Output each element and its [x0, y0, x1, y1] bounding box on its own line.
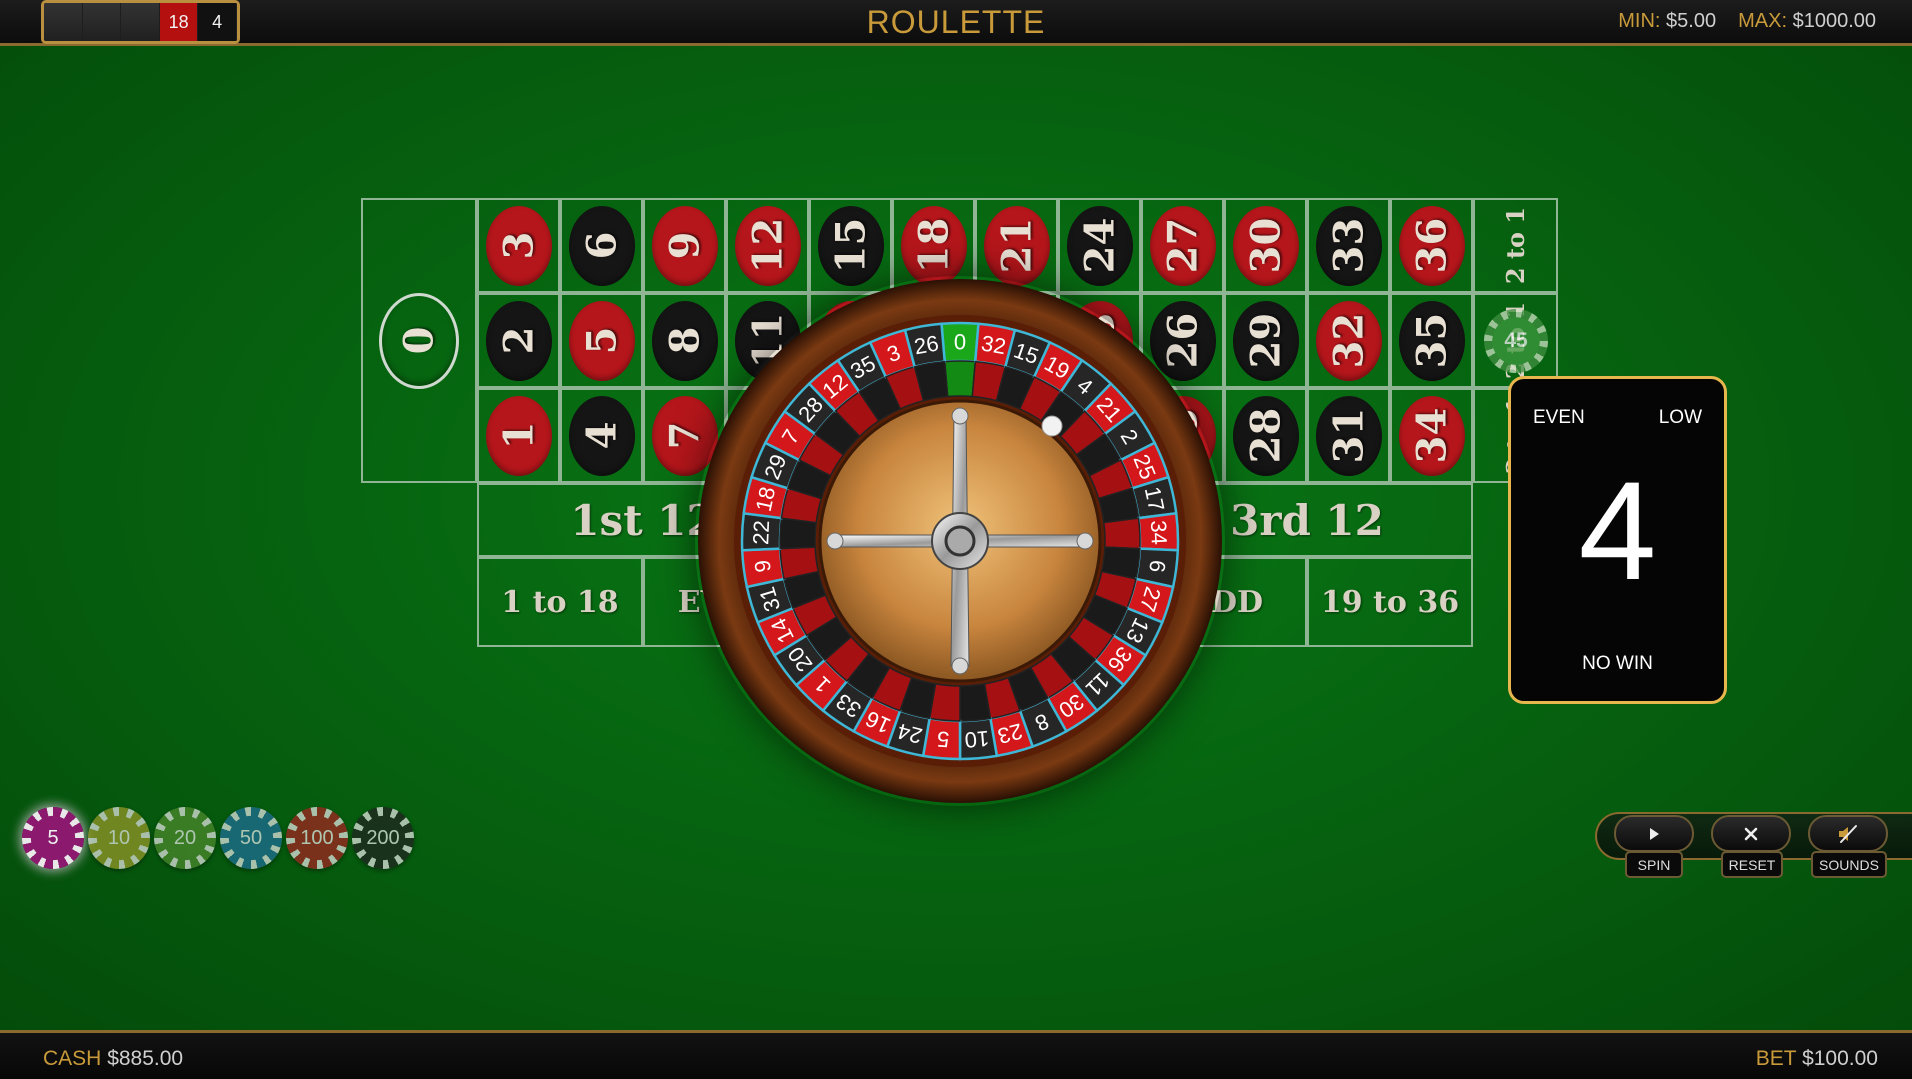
chip-200[interactable]: 200 [352, 807, 414, 869]
number-36: 36 [1398, 205, 1465, 286]
number-15: 15 [817, 205, 884, 286]
wheel-ball-pocket [779, 517, 818, 550]
sounds-button[interactable] [1808, 815, 1888, 852]
number-9: 9 [651, 205, 718, 286]
number-28: 28 [1232, 395, 1299, 476]
result-number: 4 [1578, 452, 1657, 609]
bet-spot-number[interactable]: 3 [477, 198, 560, 293]
bet-spot-number[interactable]: 32 [1307, 293, 1390, 388]
max-value: $1000.00 [1792, 10, 1876, 32]
cash-label: CASH [43, 1047, 102, 1070]
bet-label: BET [1755, 1047, 1797, 1070]
wheel-number-label: 22 [748, 520, 774, 546]
close-icon [1744, 827, 1758, 840]
wheel-number-label: 26 [912, 330, 940, 359]
bottom-bar: CASH $885.00 BET $100.00 [0, 1030, 1912, 1079]
number-27: 27 [1149, 205, 1216, 286]
bet-spot-number[interactable]: 34 [1390, 388, 1473, 483]
spin-button[interactable] [1614, 815, 1694, 852]
wheel-number-label: 32 [979, 330, 1007, 359]
result-outcome: NO WIN [1582, 653, 1653, 674]
bet-spot-number[interactable]: 31 [1307, 388, 1390, 483]
spin-label[interactable]: SPIN [1625, 851, 1683, 878]
bet-spot-number[interactable]: 30 [1224, 198, 1307, 293]
column-label: 2 to 1 [1500, 206, 1530, 285]
bet-spot-number[interactable]: 35 [1390, 293, 1473, 388]
sounds-label[interactable]: SOUNDS [1811, 851, 1887, 878]
number-2: 2 [485, 300, 552, 381]
table-limits: MIN: $5.00 MAX: $1000.00 [1618, 10, 1876, 33]
number-24: 24 [1066, 205, 1133, 286]
number-21: 21 [983, 205, 1050, 286]
number-33: 33 [1315, 205, 1382, 286]
min-label: MIN: [1618, 10, 1661, 32]
roulette-app: 18 4 ROULETTE MIN: $5.00 MAX: $1000.00 0… [0, 0, 1912, 1079]
play-icon [1650, 827, 1659, 840]
result-range: LOW [1658, 407, 1702, 428]
number-29: 29 [1232, 300, 1299, 381]
result-parity: EVEN [1533, 407, 1585, 428]
top-bar: 18 4 ROULETTE MIN: $5.00 MAX: $1000.00 [0, 0, 1912, 46]
min-value: $5.00 [1666, 10, 1717, 32]
chip-5[interactable]: 5 [22, 807, 84, 869]
wheel-number-label: 34 [1146, 520, 1172, 546]
chip-100[interactable]: 100 [286, 807, 348, 869]
number-35: 35 [1398, 300, 1465, 381]
bet-spot-outside[interactable]: 19 to 36 [1307, 557, 1473, 647]
number-30: 30 [1232, 205, 1299, 286]
number-5: 5 [568, 300, 635, 381]
reset-label[interactable]: RESET [1721, 851, 1783, 878]
wheel-ball-pocket [959, 683, 992, 722]
roulette-ball [1041, 415, 1063, 437]
bet-spot-number[interactable]: 1 [477, 388, 560, 483]
bet-spot-number[interactable]: 29 [1224, 293, 1307, 388]
number-12: 12 [734, 205, 801, 286]
wheel-number-label: 17 [1140, 484, 1170, 513]
result-card: EVEN LOW 4 NO WIN [1508, 376, 1727, 704]
wheel-ball-pocket [1102, 517, 1141, 550]
chip-10[interactable]: 10 [88, 807, 150, 869]
number-3: 3 [485, 205, 552, 286]
number-6: 6 [568, 205, 635, 286]
wheel-number-label: 18 [751, 484, 781, 513]
bet-spot-number[interactable]: 4 [560, 388, 643, 483]
sound-muted-icon [1839, 824, 1857, 843]
number-32: 32 [1315, 300, 1382, 381]
placed-chip[interactable]: 45 [1484, 309, 1548, 373]
number-18: 18 [900, 205, 967, 286]
bet-spot-column[interactable]: 2 to 1 [1473, 198, 1558, 293]
bet-spot-number[interactable]: 33 [1307, 198, 1390, 293]
wheel-number-label: 5 [936, 726, 950, 752]
roulette-wheel: 0 32 15 19 4 21 2 25 17 34 6 27 13 36 11 30 8 23 10 5 24 16 33… [695, 276, 1225, 806]
chip-50[interactable]: 50 [220, 807, 282, 869]
wheel-number-label: 0 [954, 330, 966, 355]
number-zero: 0 [379, 292, 459, 389]
number-4: 4 [568, 395, 635, 476]
wheel-ball-pocket [943, 360, 977, 398]
bet-spot-number[interactable]: 2 [477, 293, 560, 388]
cash-value: $885.00 [107, 1047, 184, 1070]
bet-spot-zero[interactable]: 0 [361, 198, 477, 483]
bet-spot-number[interactable]: 36 [1390, 198, 1473, 293]
wheel-graphic: 0 32 1519421225173462713361130823105241633… [698, 279, 1222, 803]
number-1: 1 [485, 395, 552, 476]
bet-display: BET $100.00 [1756, 1047, 1878, 1071]
max-label: MAX: [1738, 10, 1788, 32]
reset-button[interactable] [1711, 815, 1791, 852]
chip-20[interactable]: 20 [154, 807, 216, 869]
cash-display: CASH $885.00 [43, 1047, 183, 1071]
number-34: 34 [1398, 395, 1465, 476]
bet-spot-number[interactable]: 28 [1224, 388, 1307, 483]
min-limit: MIN: $5.00 [1618, 10, 1716, 33]
bet-value: $100.00 [1802, 1047, 1878, 1070]
bet-spot-number[interactable]: 5 [560, 293, 643, 388]
max-limit: MAX: $1000.00 [1738, 10, 1876, 33]
number-31: 31 [1315, 395, 1382, 476]
bet-spot-number[interactable]: 6 [560, 198, 643, 293]
bet-spot-outside[interactable]: 1 to 18 [477, 557, 643, 647]
wheel-number-label: 10 [964, 726, 991, 753]
